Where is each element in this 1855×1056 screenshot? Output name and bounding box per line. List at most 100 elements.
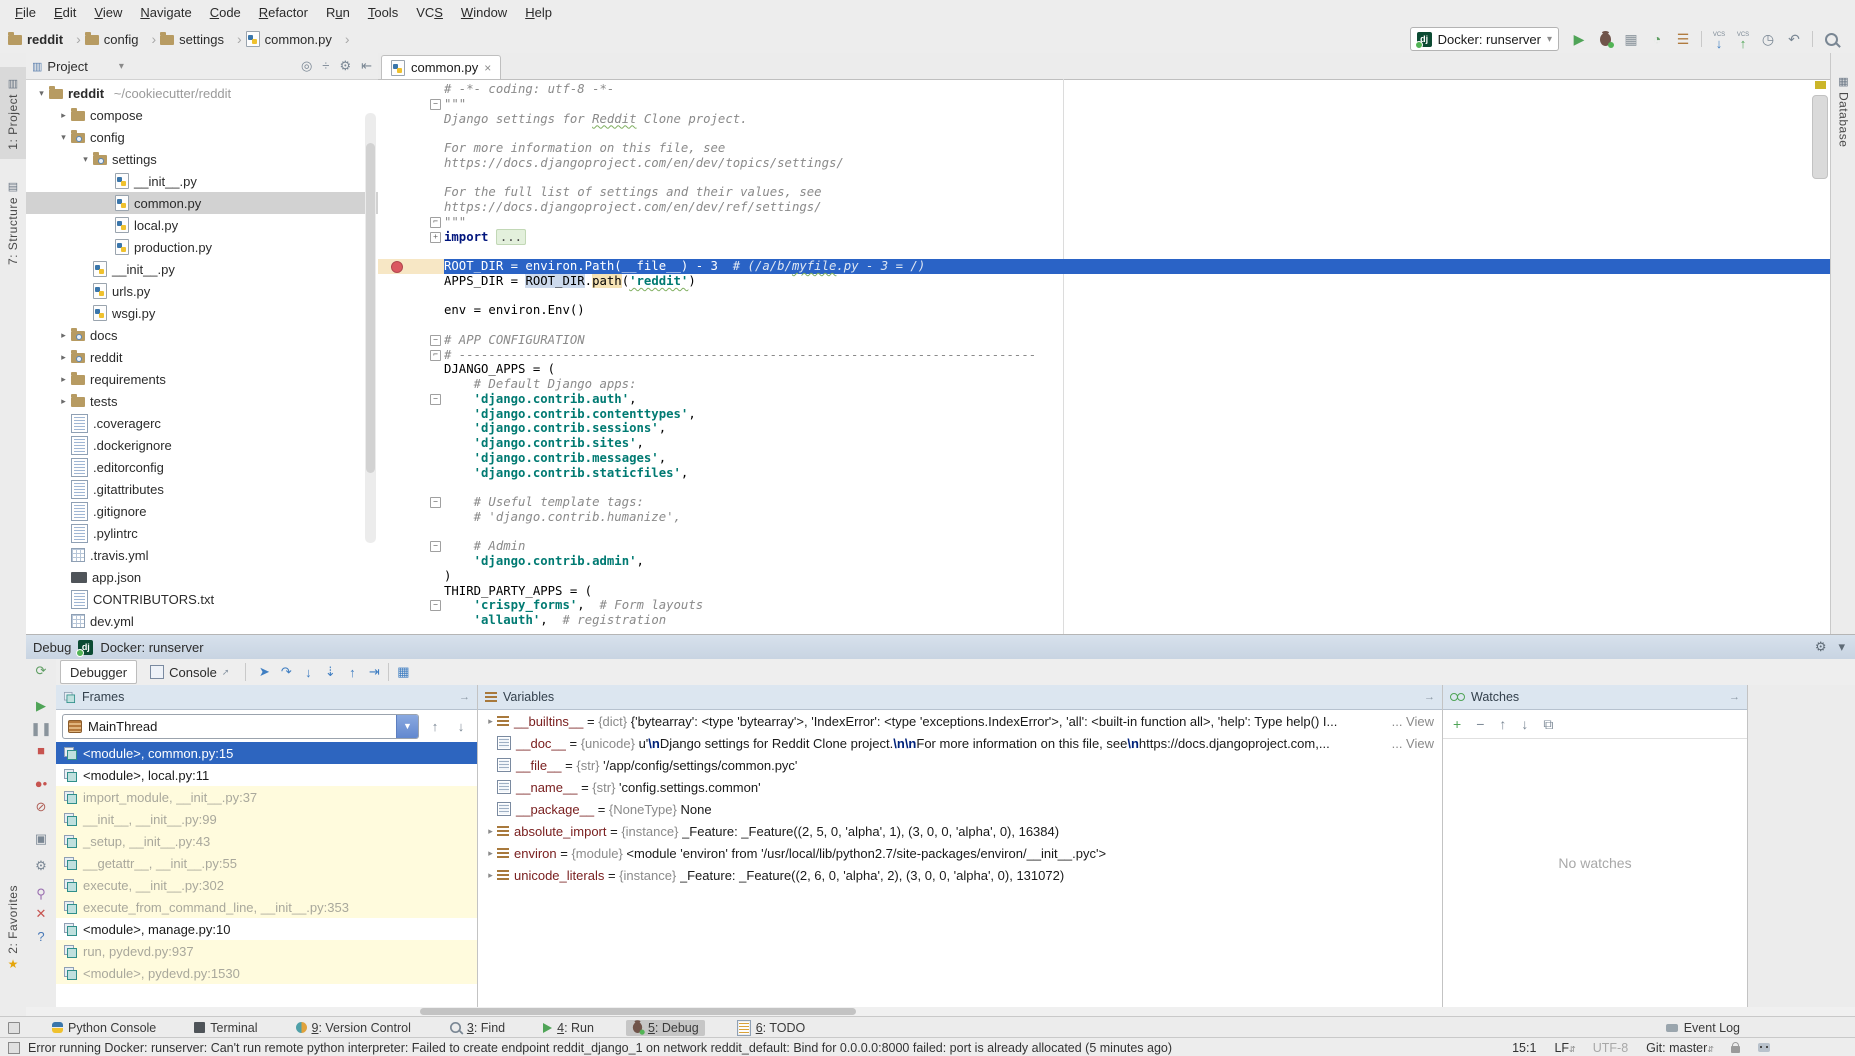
expand-arrow-icon[interactable]: ▸ bbox=[484, 826, 497, 837]
menu-vcs[interactable]: VCS bbox=[407, 3, 452, 22]
editor-gutter[interactable] bbox=[378, 613, 444, 628]
editor-line[interactable] bbox=[378, 480, 1830, 495]
tree-closed-arrow-icon[interactable]: ▸ bbox=[56, 330, 71, 341]
tree-open-arrow-icon[interactable]: ▾ bbox=[78, 154, 93, 165]
tool-tab-run[interactable]: 4: Run bbox=[537, 1020, 600, 1036]
editor-gutter[interactable]: ⌐ bbox=[378, 348, 444, 363]
breadcrumb-item-reddit[interactable]: reddit bbox=[8, 31, 81, 47]
editor-gutter[interactable] bbox=[378, 259, 444, 274]
editor-gutter[interactable] bbox=[378, 362, 444, 377]
tree-item--coveragerc[interactable]: .coveragerc bbox=[26, 412, 378, 434]
previous-frame-icon[interactable]: ↑ bbox=[425, 719, 445, 734]
tree-open-arrow-icon[interactable]: ▾ bbox=[56, 132, 71, 143]
editor-gutter[interactable] bbox=[378, 82, 444, 97]
frame-row[interactable]: <module>, pydevd.py:1530 bbox=[56, 962, 477, 984]
add-watch-icon[interactable]: + bbox=[1453, 716, 1461, 732]
tab-debugger[interactable]: Debugger bbox=[60, 660, 137, 684]
editor-line[interactable]: env = environ.Env() bbox=[378, 303, 1830, 318]
tree-item-dev-yml[interactable]: dev.yml bbox=[26, 610, 378, 632]
tool-tab-version-control[interactable]: 9: Version Control bbox=[290, 1020, 417, 1036]
variable-row[interactable]: ▸__builtins__ = {dict} {'bytearray': <ty… bbox=[478, 710, 1442, 732]
search-everywhere-icon[interactable] bbox=[1821, 29, 1841, 49]
editor-line[interactable]: # Default Django apps: bbox=[378, 377, 1830, 392]
editor-line[interactable]: 'django.contrib.contenttypes', bbox=[378, 407, 1830, 422]
commit-changes-icon[interactable]: VCS↑ bbox=[1734, 28, 1752, 50]
tree-item-wsgi-py[interactable]: wsgi.py bbox=[26, 302, 378, 324]
show-execution-point-icon[interactable]: ➤ bbox=[253, 664, 275, 680]
editor-line[interactable]: 'django.contrib.sites', bbox=[378, 436, 1830, 451]
editor-line[interactable]: APPS_DIR = ROOT_DIR.path('reddit') bbox=[378, 274, 1830, 289]
editor-gutter[interactable] bbox=[378, 584, 444, 599]
tree-closed-arrow-icon[interactable]: ▸ bbox=[56, 396, 71, 407]
variable-row[interactable]: __file__ = {str} '/app/config/settings/c… bbox=[478, 754, 1442, 776]
breadcrumb-item-settings[interactable]: settings bbox=[160, 31, 241, 47]
editor-gutter[interactable]: + bbox=[378, 230, 444, 245]
tool-tab-python-console[interactable]: Python Console bbox=[46, 1020, 162, 1036]
view-link[interactable]: ... View bbox=[1388, 710, 1434, 732]
expand-arrow-icon[interactable]: ▸ bbox=[484, 716, 497, 727]
menu-tools[interactable]: Tools bbox=[359, 3, 407, 22]
editor-gutter[interactable] bbox=[378, 112, 444, 127]
editor-gutter[interactable]: − bbox=[378, 539, 444, 554]
editor-line[interactable]: DJANGO_APPS = ( bbox=[378, 362, 1830, 377]
editor-gutter[interactable] bbox=[378, 274, 444, 289]
git-branch-widget[interactable]: Git: master⇵ bbox=[1646, 1041, 1713, 1055]
rollback-icon[interactable]: ↶ bbox=[1784, 29, 1804, 49]
variable-row[interactable]: __package__ = {NoneType} None bbox=[478, 798, 1442, 820]
line-separator-widget[interactable]: LF⇵ bbox=[1554, 1041, 1574, 1055]
tree-item-tests[interactable]: ▸tests bbox=[26, 390, 378, 412]
tree-item-docs[interactable]: ▸docs bbox=[26, 324, 378, 346]
mute-breakpoints-icon[interactable]: ⊘ bbox=[26, 799, 56, 815]
editor-line[interactable]: +import ... bbox=[378, 230, 1830, 245]
breakpoint-icon[interactable] bbox=[391, 261, 403, 273]
frame-row[interactable]: _setup, __init__.py:43 bbox=[56, 830, 477, 852]
editor-line[interactable]: 'django.contrib.staticfiles', bbox=[378, 466, 1830, 481]
hide-debug-panel-icon[interactable]: ▾ bbox=[1838, 639, 1845, 655]
thread-select[interactable]: MainThread ▼ bbox=[62, 714, 419, 739]
float-watches-icon[interactable]: → bbox=[1729, 691, 1740, 703]
frame-row[interactable]: import_module, __init__.py:37 bbox=[56, 786, 477, 808]
collapse-all-icon[interactable]: ÷ bbox=[322, 58, 329, 74]
editor-line[interactable]: ) bbox=[378, 569, 1830, 584]
evaluate-expression-icon[interactable]: ▦ bbox=[392, 664, 414, 680]
tree-item-reddit[interactable]: ▸reddit bbox=[26, 346, 378, 368]
fold-marker-icon[interactable]: − bbox=[430, 600, 441, 611]
menu-view[interactable]: View bbox=[85, 3, 131, 22]
caret-position-widget[interactable]: 15:1 bbox=[1512, 1041, 1536, 1055]
remove-watch-icon[interactable]: − bbox=[1476, 716, 1484, 732]
editor-tab-common-py[interactable]: common.py × bbox=[381, 55, 501, 79]
editor-line[interactable]: − # Useful template tags: bbox=[378, 495, 1830, 510]
editor-line[interactable]: ⌐""" bbox=[378, 215, 1830, 230]
tree-item-CONTRIBUTORS-txt[interactable]: CONTRIBUTORS.txt bbox=[26, 588, 378, 610]
editor-gutter[interactable] bbox=[378, 185, 444, 200]
tree-item-urls-py[interactable]: urls.py bbox=[26, 280, 378, 302]
tree-item--dockerignore[interactable]: .dockerignore bbox=[26, 434, 378, 456]
editor-line[interactable]: − # Admin bbox=[378, 539, 1830, 554]
editor-line[interactable] bbox=[378, 244, 1830, 259]
editor-gutter[interactable]: − bbox=[378, 495, 444, 510]
fold-marker-icon[interactable]: − bbox=[430, 99, 441, 110]
readonly-lock-icon[interactable] bbox=[1731, 1046, 1740, 1053]
editor-gutter[interactable] bbox=[378, 510, 444, 525]
editor-line[interactable]: −""" bbox=[378, 97, 1830, 112]
tool-tab-debug[interactable]: 5: Debug bbox=[626, 1020, 705, 1036]
tool-tab-terminal[interactable]: Terminal bbox=[188, 1020, 263, 1036]
editor-line[interactable]: Django settings for Reddit Clone project… bbox=[378, 112, 1830, 127]
highlighting-level-icon[interactable] bbox=[1758, 1043, 1770, 1052]
locate-icon[interactable]: ◎ bbox=[301, 58, 312, 74]
breadcrumb-item-common-py[interactable]: common.py bbox=[246, 31, 350, 47]
frame-row[interactable]: execute, __init__.py:302 bbox=[56, 874, 477, 896]
editor-gutter[interactable] bbox=[378, 407, 444, 422]
debug-horizontal-scrollbar[interactable] bbox=[420, 1008, 856, 1015]
tree-item-reddit[interactable]: ▾reddit ~/cookiecutter/reddit bbox=[26, 82, 378, 104]
fold-marker-icon[interactable]: − bbox=[430, 394, 441, 405]
settings-icon[interactable]: ⚙ bbox=[26, 858, 56, 874]
variable-row[interactable]: ▸environ = {module} <module 'environ' fr… bbox=[478, 842, 1442, 864]
editor-line[interactable]: 'django.contrib.messages', bbox=[378, 451, 1830, 466]
editor-gutter[interactable] bbox=[378, 141, 444, 156]
variable-row[interactable]: __name__ = {str} 'config.settings.common… bbox=[478, 776, 1442, 798]
editor-gutter[interactable]: − bbox=[378, 598, 444, 613]
tool-tab-find[interactable]: 3: Find bbox=[443, 1020, 511, 1036]
fold-marker-icon[interactable]: − bbox=[430, 497, 441, 508]
step-out-icon[interactable]: ↑ bbox=[341, 665, 363, 680]
